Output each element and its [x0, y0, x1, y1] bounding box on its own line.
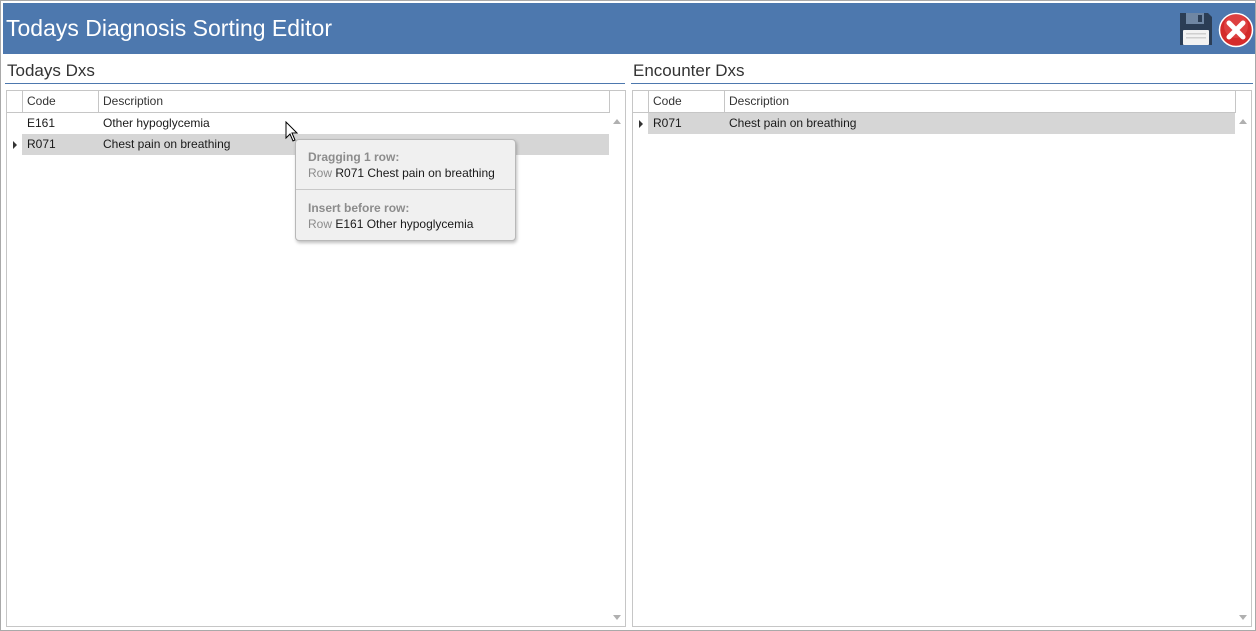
scroll-down-arrow-icon[interactable] [1239, 615, 1247, 620]
tooltip-separator [296, 189, 515, 190]
table-row[interactable]: E161 Other hypoglycemia [7, 113, 609, 134]
dragging-row-prefix: Row [308, 166, 333, 180]
table-row[interactable]: R071 Chest pain on breathing [633, 113, 1235, 134]
close-icon [1218, 12, 1254, 48]
row-indicator [633, 113, 648, 134]
row-indicator [7, 113, 22, 134]
column-header-description[interactable]: Description [98, 91, 610, 112]
grid-header: Code Description [633, 91, 1236, 113]
save-button[interactable] [1178, 11, 1214, 47]
todays-dxs-divider [5, 83, 625, 84]
code-cell: R071 [27, 137, 56, 151]
scroll-down-arrow-icon[interactable] [613, 615, 621, 620]
description-cell: Other hypoglycemia [103, 116, 210, 130]
encounter-dxs-divider [631, 83, 1253, 84]
dragging-row-info: Row R071 Chest pain on breathing [308, 166, 495, 180]
column-header-code[interactable]: Code [22, 91, 98, 112]
encounter-dxs-grid[interactable]: Code Description R071 Chest pain on brea… [632, 90, 1252, 627]
row-indicator-header [633, 91, 648, 112]
insert-before-row-info: Row E161 Other hypoglycemia [308, 217, 473, 231]
code-cell: R071 [653, 116, 682, 130]
mouse-pointer-icon [285, 121, 299, 142]
window-title: Todays Diagnosis Sorting Editor [6, 15, 332, 41]
close-button[interactable] [1218, 12, 1254, 48]
floppy-disk-icon [1180, 13, 1212, 45]
column-header-description[interactable]: Description [724, 91, 1236, 112]
insert-row-value: E161 Other hypoglycemia [335, 217, 474, 231]
drag-drop-tooltip: Dragging 1 row: Row R071 Chest pain on b… [295, 139, 516, 241]
current-row-arrow-icon [639, 120, 643, 128]
vertical-scrollbar[interactable] [609, 113, 625, 626]
todays-dxs-label: Todays Dxs [7, 61, 95, 80]
dragging-row-value: R071 Chest pain on breathing [335, 166, 495, 180]
row-indicator [7, 134, 22, 155]
insert-before-header: Insert before row: [308, 201, 410, 215]
code-cell: E161 [27, 116, 56, 130]
encounter-dxs-label: Encounter Dxs [633, 61, 745, 80]
current-row-arrow-icon [13, 141, 17, 149]
vertical-scrollbar[interactable] [1235, 113, 1251, 626]
diagnosis-sorting-editor-window: Todays Diagnosis Sorting Editor Todays D… [0, 0, 1256, 631]
column-header-code[interactable]: Code [648, 91, 724, 112]
scroll-up-arrow-icon[interactable] [613, 119, 621, 124]
insert-row-prefix: Row [308, 217, 333, 231]
description-cell: Chest pain on breathing [729, 116, 857, 130]
grid-header: Code Description [7, 91, 610, 113]
title-bar: Todays Diagnosis Sorting Editor [3, 3, 1255, 54]
row-indicator-header [7, 91, 22, 112]
scroll-up-arrow-icon[interactable] [1239, 119, 1247, 124]
dragging-header: Dragging 1 row: [308, 150, 400, 164]
